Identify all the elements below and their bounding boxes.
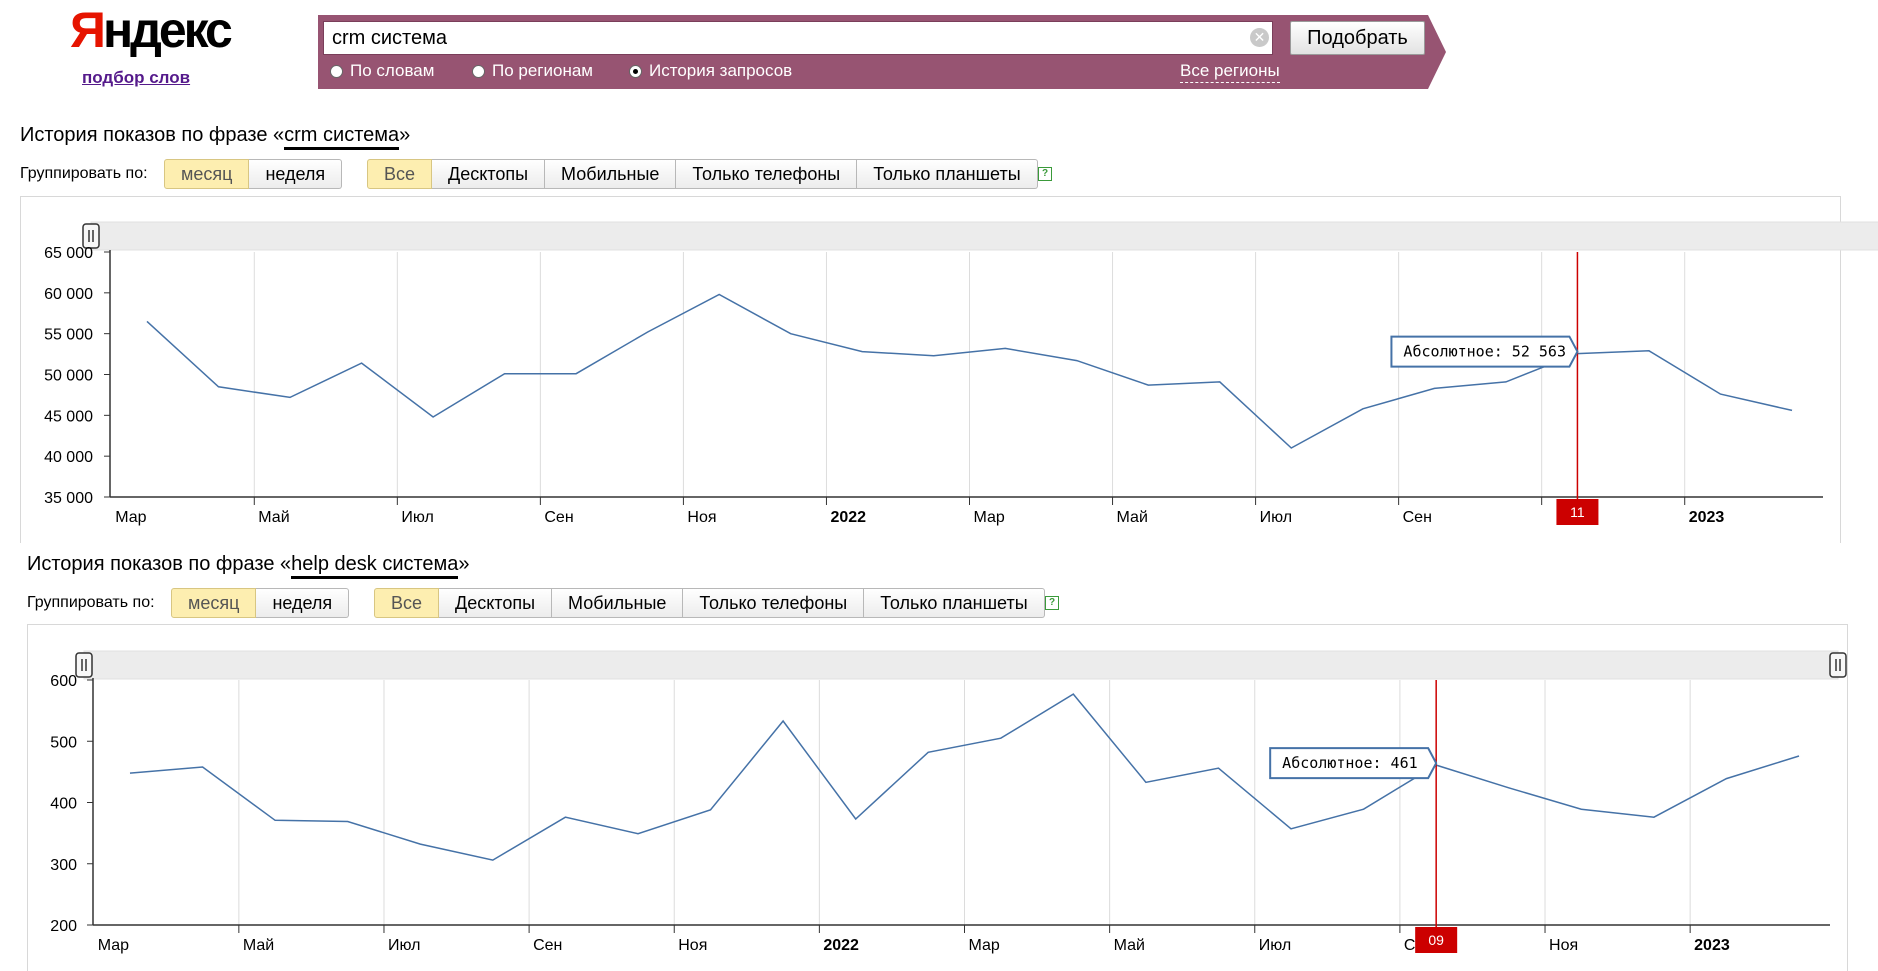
x-tick-label: 2022: [823, 937, 859, 954]
data-point: [1507, 786, 1510, 789]
data-point: [346, 820, 349, 823]
data-point: [274, 819, 277, 822]
data-point: [999, 737, 1002, 740]
range-handle-left[interactable]: [75, 652, 93, 678]
data-point: [927, 751, 930, 754]
y-tick-label: 500: [50, 734, 77, 751]
data-point: [419, 843, 422, 846]
data-point: [1580, 808, 1583, 811]
data-point: [491, 859, 494, 862]
x-tick-label: Ноя: [678, 937, 707, 954]
range-handle-right[interactable]: [1829, 652, 1847, 678]
data-point: [1362, 808, 1365, 811]
y-tick-label: 300: [50, 857, 77, 874]
x-tick-label: Ноя: [1549, 937, 1578, 954]
y-tick-label: 600: [50, 673, 77, 690]
data-point: [1072, 693, 1075, 696]
x-tick-label: Мар: [98, 937, 129, 954]
data-point: [636, 832, 639, 835]
data-point: [129, 772, 132, 775]
data-point: [709, 808, 712, 811]
handle-grip: [75, 652, 93, 678]
data-point: [782, 720, 785, 723]
tooltip-text: Абсолютное: 461: [1282, 754, 1417, 772]
x-tick-label: Май: [243, 937, 274, 954]
data-point: [1652, 816, 1655, 819]
data-point: [1217, 767, 1220, 770]
crosshair-flag-label: 09: [1428, 932, 1444, 948]
data-point: [1798, 754, 1801, 757]
y-tick-label: 200: [50, 918, 77, 935]
data-point: [1144, 781, 1147, 784]
x-tick-label: Июл: [388, 937, 420, 954]
data-point: [1725, 777, 1728, 780]
x-tick-label: 2023: [1694, 937, 1730, 954]
range-navigator-bar: [83, 650, 1839, 680]
x-tick-label: Мар: [969, 937, 1000, 954]
data-point: [201, 765, 204, 768]
data-point: [1290, 827, 1293, 830]
x-tick-label: Сен: [533, 937, 562, 954]
data-point: [854, 818, 857, 821]
x-tick-label: Июл: [1259, 937, 1291, 954]
data-point: [564, 816, 567, 819]
x-tick-label: Май: [1114, 937, 1145, 954]
y-tick-label: 400: [50, 796, 77, 813]
handle-grip: [1829, 652, 1847, 678]
chart-helpdesk: 200 300 400 500 600 Мар Май Июл Сен Ноя 2022 Мар Май…: [50, 650, 1847, 954]
